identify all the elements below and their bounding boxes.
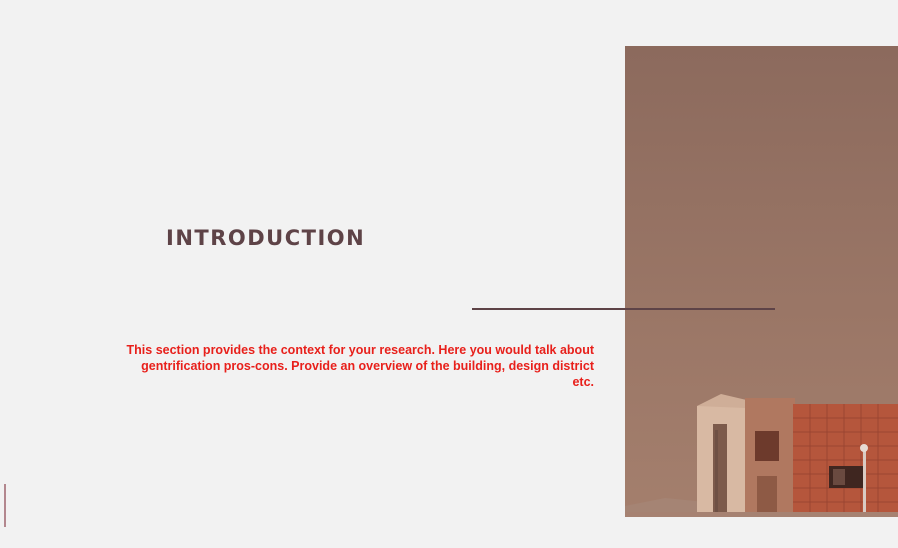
slide-body-text: This section provides the context for yo… <box>126 343 594 389</box>
building-photo <box>625 46 898 517</box>
slide-title: INTRODUCTION <box>166 226 366 250</box>
slide: INTRODUCTION This section provides the c… <box>0 0 898 548</box>
left-edge-marker <box>4 484 6 527</box>
building-illustration <box>625 394 898 517</box>
section-divider <box>472 308 775 310</box>
